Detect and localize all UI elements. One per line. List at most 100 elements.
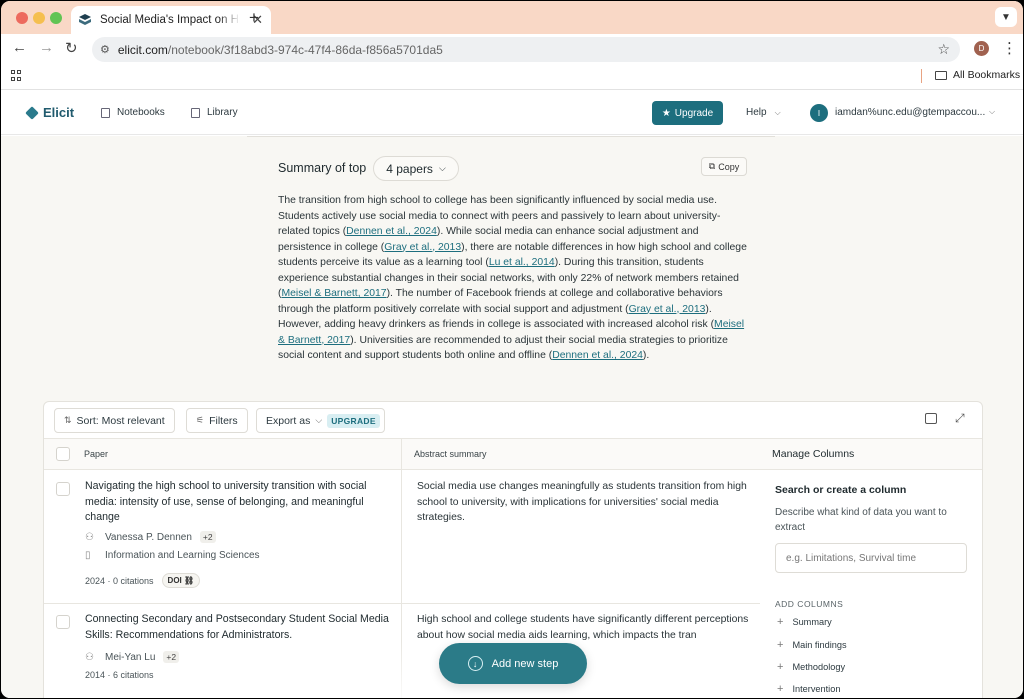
filters-button[interactable]: ⚟ Filters	[186, 408, 248, 433]
authors: ⚇ Vanessa P. Dennen +2	[85, 531, 216, 543]
citation-link[interactable]: Lu et al., 2014	[489, 257, 555, 268]
people-icon: ⚇	[85, 531, 94, 543]
reload-icon[interactable]: ↻	[65, 39, 78, 57]
citation-link[interactable]: Gray et al., 2013	[384, 242, 461, 253]
bookmark-star-icon[interactable]: ☆	[937, 41, 950, 58]
url-path: /notebook/3f18abd3-974c-47f4-86da-f856a5…	[167, 42, 443, 57]
account-chevron-down-icon[interactable]: ⌵	[989, 107, 995, 117]
column-search-description: Describe what kind of data you want to e…	[775, 507, 947, 533]
doi-link[interactable]: DOI ⛓	[161, 573, 201, 588]
book-icon	[191, 107, 200, 118]
doi-label: DOI	[167, 576, 182, 585]
upgrade-badge: UPGRADE	[327, 413, 380, 428]
site-settings-icon[interactable]: ⚙	[100, 43, 110, 56]
copy-button[interactable]: ⧉ Copy	[701, 157, 747, 176]
citation-link[interactable]: Dennen et al., 2024	[552, 350, 643, 361]
sidebar-panel-icon[interactable]	[925, 413, 937, 424]
forward-arrow-icon[interactable]: →	[39, 39, 54, 56]
close-window-button[interactable]	[16, 12, 28, 24]
column-header-abstract: Abstract summary	[414, 449, 487, 459]
add-column-label: Methodology	[792, 662, 846, 672]
citation-link[interactable]: Meisel & Barnett, 2017	[281, 288, 386, 299]
add-new-step-button[interactable]: ↓ Add new step	[439, 643, 587, 684]
select-all-checkbox[interactable]	[56, 447, 70, 461]
summary-title: Summary of top	[278, 161, 367, 175]
row-checkbox[interactable]	[56, 615, 70, 629]
browser-titlebar: Social Media's Impact on High ✕ + ▼	[1, 1, 1023, 34]
user-avatar[interactable]: I	[810, 104, 828, 122]
upgrade-button[interactable]: ★ Upgrade	[652, 101, 723, 125]
table-controls: ⇅ Sort: Most relevant ⚟ Filters Export a…	[44, 402, 982, 439]
browser-menu-icon[interactable]: ⋮	[1002, 39, 1017, 57]
export-button[interactable]: Export as ⌵ UPGRADE	[256, 408, 385, 433]
add-column-summary[interactable]: + Summary	[777, 616, 832, 628]
tab-search-chevron-icon[interactable]: ▼	[995, 7, 1017, 27]
notebook-content: Summary of top 4 papers ⌵ ⧉ Copy The tra…	[1, 136, 1023, 698]
elicit-logo-icon	[25, 105, 39, 120]
manage-columns-header: Manage Columns	[760, 439, 982, 470]
add-new-step-label: Add new step	[491, 657, 559, 670]
paper-title[interactable]: Navigating the high school to university…	[85, 479, 390, 526]
help-label: Help	[746, 107, 767, 118]
add-columns-label: ADD COLUMNS	[775, 599, 844, 609]
upgrade-label: Upgrade	[674, 107, 714, 119]
nav-library[interactable]: Library	[191, 107, 238, 118]
minimize-window-button[interactable]	[33, 12, 45, 24]
apps-grid-icon[interactable]	[11, 70, 22, 81]
plus-icon: +	[777, 683, 784, 695]
account-email[interactable]: iamdan%unc.edu@gtempaccou...	[835, 107, 985, 118]
all-bookmarks-button[interactable]: All Bookmarks	[935, 69, 1020, 81]
paper-title[interactable]: Connecting Secondary and Postsecondary S…	[85, 612, 390, 643]
nav-notebooks[interactable]: Notebooks	[101, 107, 165, 118]
year-citations: 2024 · 0 citations DOI ⛓	[85, 573, 201, 588]
nav-notebooks-label: Notebooks	[117, 107, 165, 118]
more-authors-badge[interactable]: +2	[163, 651, 180, 663]
new-tab-button[interactable]: +	[249, 8, 259, 28]
sort-button[interactable]: ⇅ Sort: Most relevant	[54, 408, 175, 433]
more-authors-badge[interactable]: +2	[199, 531, 216, 543]
citation-link[interactable]: Gray et al., 2013	[629, 304, 706, 315]
profile-avatar[interactable]: D	[974, 41, 989, 56]
venue-name: Information and Learning Sciences	[105, 550, 260, 561]
url-host: elicit.com	[117, 42, 168, 57]
copy-icon: ⧉	[708, 161, 716, 171]
notebook-icon	[101, 107, 110, 118]
expand-icon[interactable]: ⤢	[955, 411, 965, 426]
column-search-input[interactable]: e.g. Limitations, Survival time	[775, 543, 967, 573]
citation-link[interactable]: Dennen et al., 2024	[346, 226, 437, 237]
people-icon: ⚇	[85, 651, 94, 663]
row-checkbox[interactable]	[56, 482, 70, 496]
plus-icon: +	[777, 661, 784, 673]
folder-icon	[935, 70, 947, 80]
sort-icon: ⇅	[64, 415, 72, 425]
star-icon: ★	[661, 107, 671, 119]
author-name: Vanessa P. Dennen	[105, 531, 192, 543]
maximize-window-button[interactable]	[50, 12, 62, 24]
add-column-label: Main findings	[792, 640, 847, 650]
help-menu[interactable]: Help ⌵	[746, 107, 781, 118]
authors: ⚇ Mei-Yan Lu +2	[85, 651, 180, 663]
nav-library-label: Library	[207, 107, 238, 118]
add-column-intervention[interactable]: + Intervention	[777, 683, 840, 695]
chevron-down-icon: ⌵	[774, 108, 781, 117]
book-open-icon: ▯	[85, 550, 91, 561]
arrow-down-circle-icon: ↓	[467, 656, 483, 671]
year-citations: 2014 · 6 citations	[85, 670, 154, 680]
browser-toolbar: ← → ↻ ⚙ elicit.com /notebook/3f18abd3-97…	[1, 34, 1023, 64]
add-column-main-findings[interactable]: + Main findings	[777, 639, 847, 651]
plus-icon: +	[777, 639, 784, 651]
add-column-label: Intervention	[792, 684, 841, 694]
add-column-label: Summary	[792, 617, 832, 627]
browser-tab[interactable]: Social Media's Impact on High ✕	[71, 6, 271, 34]
app-header: Elicit Notebooks Library ★ Upgrade Help ⌵…	[1, 91, 1023, 135]
summary-text: ).	[642, 350, 650, 361]
address-bar[interactable]: ⚙ elicit.com /notebook/3f18abd3-974c-47f…	[92, 37, 960, 62]
elicit-logo[interactable]: Elicit	[25, 105, 74, 120]
author-name: Mei-Yan Lu	[105, 651, 156, 663]
papers-count-dropdown[interactable]: 4 papers ⌵	[373, 156, 459, 181]
table-header: Paper Abstract summary	[44, 439, 760, 470]
back-arrow-icon[interactable]: ←	[12, 39, 27, 56]
column-search-title: Search or create a column	[775, 484, 907, 496]
add-column-methodology[interactable]: + Methodology	[777, 661, 845, 673]
papers-count-label: 4 papers	[386, 161, 433, 176]
